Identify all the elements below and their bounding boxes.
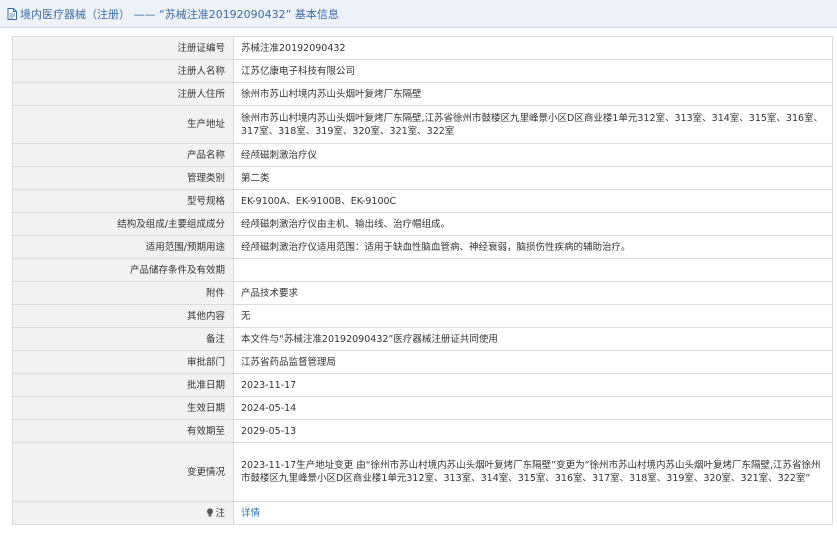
row-label: 注册人住所 xyxy=(12,82,234,106)
row-label: 生效日期 xyxy=(12,396,234,420)
row-label: 结构及组成/主要组成成分 xyxy=(12,212,234,236)
row-label: 生产地址 xyxy=(12,105,234,144)
table-row: 生效日期 2024-05-14 xyxy=(12,396,833,420)
row-label: 注册人名称 xyxy=(12,59,234,83)
row-label: 备注 xyxy=(12,327,234,351)
row-value: 产品技术要求 xyxy=(233,281,833,305)
table-row: 注册证编号 苏械注准20192090432 xyxy=(12,36,833,60)
table-row: 审批部门 江苏省药品监督管理局 xyxy=(12,350,833,374)
row-label: 审批部门 xyxy=(12,350,234,374)
row-value: 苏械注准20192090432 xyxy=(233,36,833,60)
row-label: 注册证编号 xyxy=(12,36,234,60)
row-value: 经颅磁刺激治疗仪 xyxy=(233,143,833,167)
row-label: 变更情况 xyxy=(12,442,234,502)
row-value: 2023-11-17生产地址变更 由“徐州市苏山村境内苏山头烟叶复烤厂东隔壁”变… xyxy=(233,442,833,502)
row-label: 适用范围/预期用途 xyxy=(12,235,234,259)
table-row: 生产地址 徐州市苏山村境内苏山头烟叶复烤厂东隔壁,江苏省徐州市鼓楼区九里峰景小区… xyxy=(12,105,833,144)
row-label: 产品名称 xyxy=(12,143,234,167)
row-label: 附件 xyxy=(12,281,234,305)
row-value: 本文件与“苏械注准20192090432”医疗器械注册证共同使用 xyxy=(233,327,833,351)
row-value: 第二类 xyxy=(233,166,833,190)
row-value: 2029-05-13 xyxy=(233,419,833,443)
row-label: 批准日期 xyxy=(12,373,234,397)
table-row: 其他内容 无 xyxy=(12,304,833,328)
table-row: 变更情况 2023-11-17生产地址变更 由“徐州市苏山村境内苏山头烟叶复烤厂… xyxy=(12,442,833,502)
note-row: 注 详情 xyxy=(12,501,833,525)
table-row: 附件 产品技术要求 xyxy=(12,281,833,305)
table-row: 注册人住所 徐州市苏山村境内苏山头烟叶复烤厂东隔壁 xyxy=(12,82,833,106)
row-value: 江苏亿康电子科技有限公司 xyxy=(233,59,833,83)
table-row: 有效期至 2029-05-13 xyxy=(12,419,833,443)
row-value: 2023-11-17 xyxy=(233,373,833,397)
row-value: 无 xyxy=(233,304,833,328)
row-value: EK-9100A、EK-9100B、EK-9100C xyxy=(233,189,833,213)
row-value: 徐州市苏山村境内苏山头烟叶复烤厂东隔壁 xyxy=(233,82,833,106)
row-value: 江苏省药品监督管理局 xyxy=(233,350,833,374)
table-row: 备注 本文件与“苏械注准20192090432”医疗器械注册证共同使用 xyxy=(12,327,833,351)
table-row: 型号规格 EK-9100A、EK-9100B、EK-9100C xyxy=(12,189,833,213)
table-row: 结构及组成/主要组成成分 经颅磁刺激治疗仪由主机、输出线、治疗帽组成。 xyxy=(12,212,833,236)
note-value-cell: 详情 xyxy=(233,501,833,525)
row-label: 型号规格 xyxy=(12,189,234,213)
row-value: 经颅磁刺激治疗仪由主机、输出线、治疗帽组成。 xyxy=(233,212,833,236)
document-icon xyxy=(7,7,17,20)
row-label: 产品储存条件及有效期 xyxy=(12,258,234,282)
row-value: 经颅磁刺激治疗仪适用范围：适用于缺血性脑血管病、神经衰弱，脑损伤性疾病的辅助治疗… xyxy=(233,235,833,259)
row-label: 其他内容 xyxy=(12,304,234,328)
row-value: 徐州市苏山村境内苏山头烟叶复烤厂东隔壁,江苏省徐州市鼓楼区九里峰景小区D区商业楼… xyxy=(233,105,833,144)
row-label: 有效期至 xyxy=(12,419,234,443)
page-title: 境内医疗器械（注册） —— “苏械注准20192090432” 基本信息 xyxy=(20,7,339,21)
bulb-icon xyxy=(206,507,214,517)
details-link[interactable]: 详情 xyxy=(241,508,260,519)
table-row: 产品储存条件及有效期 xyxy=(12,258,833,282)
row-label: 管理类别 xyxy=(12,166,234,190)
table-row: 注册人名称 江苏亿康电子科技有限公司 xyxy=(12,59,833,83)
table-row: 适用范围/预期用途 经颅磁刺激治疗仪适用范围：适用于缺血性脑血管病、神经衰弱，脑… xyxy=(12,235,833,259)
table-row: 管理类别 第二类 xyxy=(12,166,833,190)
table-row: 批准日期 2023-11-17 xyxy=(12,373,833,397)
note-label: 注 xyxy=(215,507,225,519)
info-table: 注册证编号 苏械注准20192090432 注册人名称 江苏亿康电子科技有限公司… xyxy=(12,36,833,525)
row-value: 2024-05-14 xyxy=(233,396,833,420)
note-label-cell: 注 xyxy=(12,501,234,525)
page-title-bar: 境内医疗器械（注册） —— “苏械注准20192090432” 基本信息 xyxy=(0,0,837,28)
table-row: 产品名称 经颅磁刺激治疗仪 xyxy=(12,143,833,167)
row-value xyxy=(233,258,833,282)
